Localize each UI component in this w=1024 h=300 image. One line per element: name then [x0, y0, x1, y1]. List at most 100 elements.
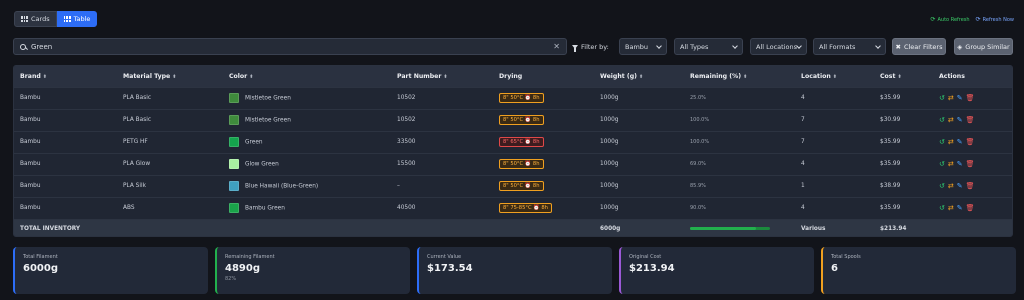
cell-drying: 8" 75-85°C ⏰ 8h	[493, 196, 594, 219]
stat-label: Remaining Filament	[225, 254, 275, 260]
swap-icon[interactable]: ⇄	[948, 116, 954, 124]
edit-icon[interactable]: ✎	[957, 204, 963, 212]
stat-value: 4890g	[225, 263, 260, 274]
cell-remaining: 100.0%	[684, 108, 795, 131]
cell-part-number: –	[391, 174, 493, 197]
trash-icon[interactable]: 🗑	[966, 182, 975, 190]
trash-icon[interactable]: 🗑	[966, 138, 975, 146]
header-color[interactable]: Color ⬍	[223, 66, 391, 87]
swap-icon[interactable]: ⇄	[948, 204, 954, 212]
edit-icon[interactable]: ✎	[957, 116, 963, 124]
refill-icon[interactable]: ↺	[939, 94, 945, 102]
cell-color: Glow Green	[223, 152, 391, 175]
total-weight: 6000g	[594, 218, 684, 236]
header-weight[interactable]: Weight (g) ⬍	[594, 66, 684, 87]
color-swatch	[229, 115, 239, 125]
swap-icon[interactable]: ⇄	[948, 94, 954, 102]
edit-icon[interactable]: ✎	[957, 160, 963, 168]
location-filter-value: All Locations	[756, 42, 798, 51]
clear-search-icon[interactable]: ✕	[553, 42, 560, 51]
cell-location: 7	[795, 130, 874, 153]
cell-material-type: ABS	[117, 196, 223, 219]
group-similar-button[interactable]: ◈ Group Similar	[954, 38, 1013, 55]
refill-icon[interactable]: ↺	[939, 116, 945, 124]
trash-icon[interactable]: 🗑	[966, 160, 975, 168]
cell-color: Blue Hawaii (Blue-Green)	[223, 174, 391, 197]
sort-icon: ⬍	[249, 73, 254, 80]
sort-icon: ⬍	[42, 73, 47, 80]
header-part-number[interactable]: Part Number ⬍	[391, 66, 493, 87]
drying-badge: 8" 50°C ⏰ 8h	[499, 181, 544, 191]
drying-badge: 8" 65°C ⏰ 8h	[499, 137, 544, 147]
format-filter-value: All Formats	[819, 42, 856, 51]
cell-location: 7	[795, 108, 874, 131]
table-row: Bambu PLA Glow Glow Green 15500 8" 50°C …	[14, 152, 1012, 175]
swap-icon[interactable]: ⇄	[948, 182, 954, 190]
header-brand[interactable]: Brand ⬍	[14, 66, 117, 87]
trash-icon[interactable]: 🗑	[966, 116, 975, 124]
drying-badge: 8" 75-85°C ⏰ 8h	[499, 203, 552, 213]
trash-icon[interactable]: 🗑	[966, 94, 975, 102]
brand-filter-value: Bambu	[625, 42, 649, 51]
cell-remaining: 100.0%	[684, 130, 795, 153]
cell-cost: $35.99	[874, 196, 933, 219]
stat-value: 6	[831, 263, 838, 274]
cell-material-type: PLA Basic	[117, 86, 223, 109]
refill-icon[interactable]: ↺	[939, 182, 945, 190]
swap-icon[interactable]: ⇄	[948, 138, 954, 146]
cell-weight: 1000g	[594, 86, 684, 109]
cell-brand: Bambu	[14, 130, 117, 153]
total-cost: $213.94	[874, 218, 933, 236]
cell-part-number: 10502	[391, 108, 493, 131]
clear-filters-label: Clear Filters	[903, 42, 943, 51]
cell-brand: Bambu	[14, 86, 117, 109]
table-row: Bambu PLA Basic Mistletoe Green 10502 8"…	[14, 108, 1012, 131]
format-filter-select[interactable]: All Formats	[813, 38, 886, 55]
cell-remaining: 90.0%	[684, 196, 795, 219]
header-material-type[interactable]: Material Type ⬍	[117, 66, 223, 87]
trash-icon[interactable]: 🗑	[966, 204, 975, 212]
edit-icon[interactable]: ✎	[957, 182, 963, 190]
table-row: Bambu ABS Bambu Green 40500 8" 75-85°C ⏰…	[14, 196, 1012, 219]
edit-icon[interactable]: ✎	[957, 138, 963, 146]
stat-card: Current Value $173.54	[417, 247, 612, 294]
table-view-button[interactable]: Table	[56, 11, 98, 27]
refresh-now-button[interactable]: ⟳ Refresh Now	[976, 16, 1014, 23]
sort-icon: ⬍	[443, 73, 448, 80]
filter-icon	[572, 44, 578, 52]
cards-view-button[interactable]: Cards	[14, 11, 57, 27]
refill-icon[interactable]: ↺	[939, 160, 945, 168]
location-filter-select[interactable]: All Locations	[750, 38, 807, 55]
remaining-value: 69.0%	[690, 161, 706, 167]
table-view-label: Table	[73, 15, 91, 23]
search-input[interactable]	[31, 42, 554, 51]
cell-part-number: 40500	[391, 196, 493, 219]
cell-material-type: PLA Silk	[117, 174, 223, 197]
header-remaining[interactable]: Remaining (%) ⬍	[684, 66, 795, 87]
color-swatch	[229, 203, 239, 213]
brand-filter-select[interactable]: Bambu	[619, 38, 667, 55]
stat-card: Total Filament 6000g	[13, 247, 208, 294]
clear-filters-button[interactable]: ✖ Clear Filters	[892, 38, 946, 55]
cell-actions: ↺ ⇄ ✎ 🗑	[933, 86, 1012, 109]
cell-drying: 8" 50°C ⏰ 8h	[493, 108, 594, 131]
cell-weight: 1000g	[594, 196, 684, 219]
remaining-value: 25.0%	[690, 95, 706, 101]
header-location[interactable]: Location ⬍	[795, 66, 874, 87]
refill-icon[interactable]: ↺	[939, 204, 945, 212]
refill-icon[interactable]: ↺	[939, 138, 945, 146]
auto-refresh-toggle[interactable]: ⟳ Auto Refresh	[930, 16, 969, 23]
header-actions: Actions	[933, 66, 1012, 87]
stat-label: Original Cost	[629, 254, 662, 260]
header-cost[interactable]: Cost ⬍	[874, 66, 933, 87]
remaining-value: 85.9%	[690, 183, 706, 189]
search-box: ✕	[13, 38, 567, 55]
total-remaining-bar-cell	[684, 218, 795, 236]
swap-icon[interactable]: ⇄	[948, 160, 954, 168]
color-swatch	[229, 181, 239, 191]
edit-icon[interactable]: ✎	[957, 94, 963, 102]
type-filter-value: All Types	[680, 42, 709, 51]
total-location: Various	[795, 218, 874, 236]
cell-weight: 1000g	[594, 152, 684, 175]
type-filter-select[interactable]: All Types	[674, 38, 743, 55]
